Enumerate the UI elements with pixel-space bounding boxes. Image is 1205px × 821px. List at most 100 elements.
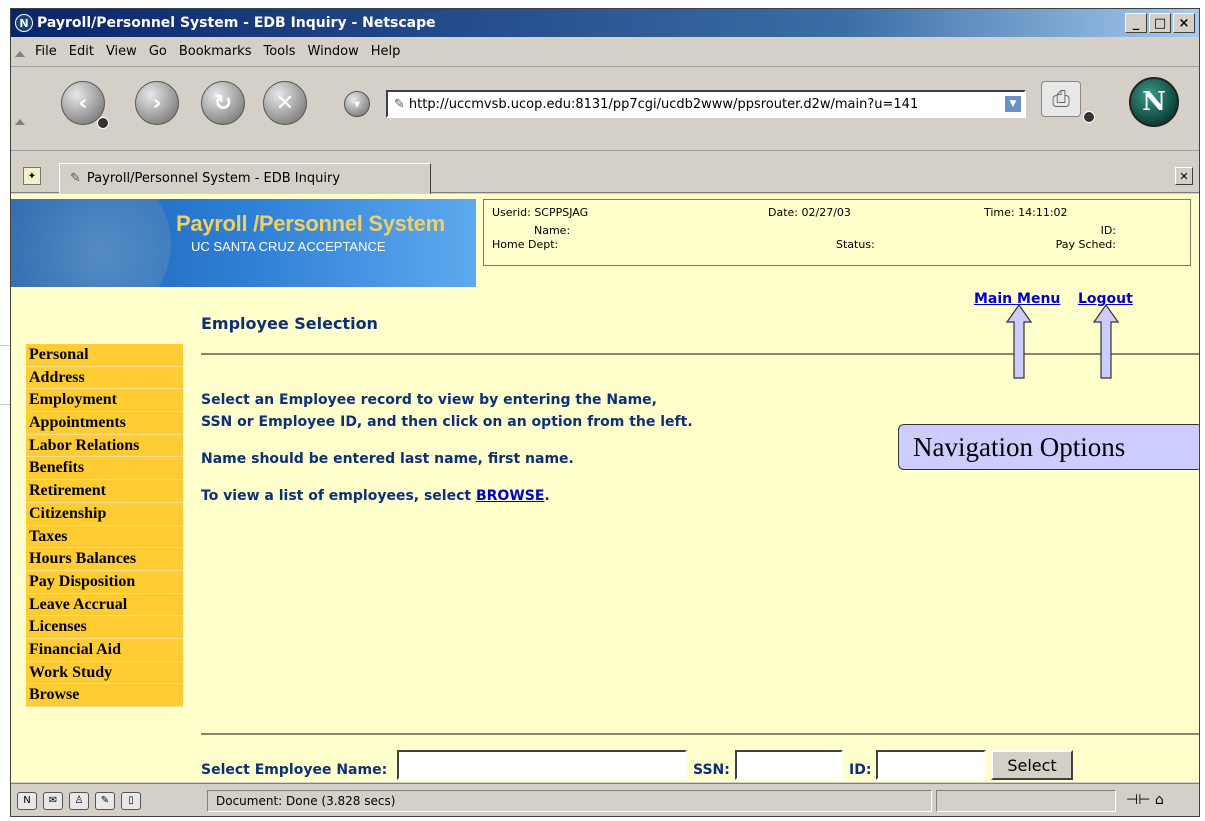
- home-dept-label: Home Dept:: [492, 238, 559, 251]
- menu-go[interactable]: Go: [149, 44, 167, 59]
- instruction-browse-suffix: .: [544, 488, 550, 504]
- sidebar-item-labor-relations[interactable]: Labor Relations: [26, 434, 183, 458]
- page-content: Payroll /Personnel System UC SANTA CRUZ …: [11, 194, 1199, 782]
- sidebar-item-leave-accrual[interactable]: Leave Accrual: [26, 593, 183, 617]
- url-text: http://uccmvsb.ucop.edu:8131/pp7cgi/ucdb…: [408, 96, 919, 112]
- netscape-logo[interactable]: N: [1129, 77, 1179, 127]
- sidebar-item-appointments[interactable]: Appointments: [26, 412, 183, 435]
- ssn-input[interactable]: [735, 750, 843, 780]
- composer-icon[interactable]: ✎: [95, 791, 115, 810]
- menu-help[interactable]: Help: [371, 44, 401, 59]
- maximize-button[interactable]: □: [1149, 13, 1171, 33]
- netscape-icon[interactable]: N: [17, 791, 37, 810]
- status-panel: [936, 790, 1116, 812]
- print-button[interactable]: ⎙: [1041, 81, 1081, 117]
- new-tab-icon[interactable]: ✦: [23, 167, 41, 185]
- status-bar: N ✉ ♙ ✎ ▯ Document: Done (3.828 secs) ⊣⊢…: [11, 783, 1199, 817]
- sidebar-item-licenses[interactable]: Licenses: [26, 616, 183, 639]
- sidebar-item-taxes[interactable]: Taxes: [26, 525, 183, 549]
- sidebar-item-financial-aid[interactable]: Financial Aid: [26, 638, 183, 662]
- search-dropdown-button[interactable]: ▾: [344, 91, 370, 117]
- tab-label: Payroll/Personnel System - EDB Inquiry: [86, 171, 341, 186]
- reload-icon: ↻: [213, 90, 233, 116]
- netscape-icon: N: [15, 14, 33, 32]
- up-arrow-icon: [1093, 304, 1119, 379]
- back-arrow-icon: ‹: [78, 90, 88, 116]
- employee-name-input[interactable]: [397, 750, 687, 780]
- grip-icon[interactable]: [15, 49, 25, 57]
- navigation-options-callout: Navigation Options: [898, 424, 1199, 470]
- id-field-label: ID:: [849, 762, 872, 778]
- page-icon: ✎: [70, 171, 81, 186]
- minimize-button[interactable]: _: [1125, 13, 1147, 33]
- mail-icon[interactable]: ✉: [43, 791, 63, 810]
- window-title: Payroll/Personnel System - EDB Inquiry -…: [37, 15, 436, 31]
- sidebar-item-citizenship[interactable]: Citizenship: [26, 502, 183, 526]
- page-title: Employee Selection: [201, 314, 378, 333]
- book-icon[interactable]: ▯: [121, 791, 141, 810]
- instruction-line-4: To view a list of employees, select BROW…: [201, 488, 550, 504]
- instruction-browse-prefix: To view a list of employees, select: [201, 488, 476, 504]
- url-dropdown-icon[interactable]: ▼: [1004, 95, 1022, 113]
- tab-strip: ✦ ✎ Payroll/Personnel System - EDB Inqui…: [11, 159, 1199, 194]
- header-banner: Payroll /Personnel System UC SANTA CRUZ …: [11, 199, 476, 287]
- grip-icon[interactable]: [15, 117, 25, 125]
- menu-bookmarks[interactable]: Bookmarks: [179, 44, 252, 59]
- status-label: Status:: [836, 238, 875, 251]
- menu-tools[interactable]: Tools: [263, 44, 295, 59]
- navigation-toolbar: ‹ › ↻ ✕ ▾ ✎ http://uccmvsb.ucop.edu:8131…: [11, 67, 1199, 151]
- menu-bar: File Edit View Go Bookmarks Tools Window…: [11, 37, 1199, 67]
- id-input[interactable]: [876, 750, 986, 780]
- tab-edb-inquiry[interactable]: ✎ Payroll/Personnel System - EDB Inquiry: [59, 163, 431, 194]
- tab-close-icon[interactable]: ✕: [1175, 167, 1193, 185]
- instruction-line-3: Name should be entered last name, first …: [201, 451, 574, 467]
- forward-button[interactable]: ›: [135, 81, 179, 125]
- date-text: Date: 02/27/03: [768, 206, 851, 219]
- instruction-line-1: Select an Employee record to view by ent…: [201, 392, 657, 408]
- title-bar[interactable]: N Payroll/Personnel System - EDB Inquiry…: [11, 9, 1199, 37]
- banner-subtitle: UC SANTA CRUZ ACCEPTANCE: [191, 239, 386, 254]
- browser-window: N Payroll/Personnel System - EDB Inquiry…: [10, 8, 1200, 817]
- menu-edit[interactable]: Edit: [69, 44, 94, 59]
- reload-button[interactable]: ↻: [201, 81, 245, 125]
- forward-arrow-icon: ›: [152, 90, 162, 116]
- sidebar-item-retirement[interactable]: Retirement: [26, 480, 183, 503]
- browse-link[interactable]: BROWSE: [476, 488, 544, 504]
- window-controls: _ □ ×: [1125, 13, 1195, 33]
- select-button[interactable]: Select: [991, 750, 1073, 780]
- pay-sched-label: Pay Sched:: [1055, 238, 1116, 251]
- instruction-line-2: SSN or Employee ID, and then click on an…: [201, 414, 693, 430]
- print-dropdown-icon[interactable]: [1083, 111, 1095, 123]
- name-label: Name:: [534, 224, 571, 237]
- menu-view[interactable]: View: [106, 44, 137, 59]
- stop-icon: ✕: [275, 90, 295, 116]
- userid-text: Userid: SCPPSJAG: [492, 206, 589, 219]
- session-info-box: Userid: SCPPSJAG Date: 02/27/03 Time: 14…: [483, 199, 1191, 266]
- sidebar-item-browse[interactable]: Browse: [26, 684, 183, 707]
- divider: [201, 733, 1199, 735]
- sidebar-item-benefits[interactable]: Benefits: [26, 457, 183, 481]
- url-bar[interactable]: ✎ http://uccmvsb.ucop.edu:8131/pp7cgi/uc…: [386, 90, 1026, 118]
- ssn-label: SSN:: [693, 762, 730, 778]
- sidebar-item-personal[interactable]: Personal: [26, 344, 183, 367]
- university-seal-icon: [11, 199, 171, 287]
- sidebar-item-address[interactable]: Address: [26, 366, 183, 390]
- close-button[interactable]: ×: [1173, 13, 1195, 33]
- sidebar-item-employment[interactable]: Employment: [26, 389, 183, 413]
- status-text: Document: Done (3.828 secs): [207, 790, 932, 812]
- id-label: ID:: [1100, 224, 1116, 237]
- divider: [201, 353, 1199, 355]
- back-dropdown-icon[interactable]: [97, 117, 109, 129]
- sidebar-item-pay-disposition[interactable]: Pay Disposition: [26, 570, 183, 594]
- time-text: Time: 14:11:02: [984, 206, 1068, 219]
- sidebar-item-hours-balances[interactable]: Hours Balances: [26, 548, 183, 571]
- employee-name-label: Select Employee Name:: [201, 762, 388, 778]
- stop-button[interactable]: ✕: [263, 81, 307, 125]
- people-icon[interactable]: ♙: [69, 791, 89, 810]
- sidebar-nav: Personal Address Employment Appointments…: [26, 344, 183, 707]
- connection-icon: ⊣⊢ ⌂: [1126, 792, 1164, 808]
- menu-file[interactable]: File: [35, 44, 57, 59]
- menu-window[interactable]: Window: [308, 44, 359, 59]
- up-arrow-icon: [1006, 304, 1032, 379]
- sidebar-item-work-study[interactable]: Work Study: [26, 661, 183, 685]
